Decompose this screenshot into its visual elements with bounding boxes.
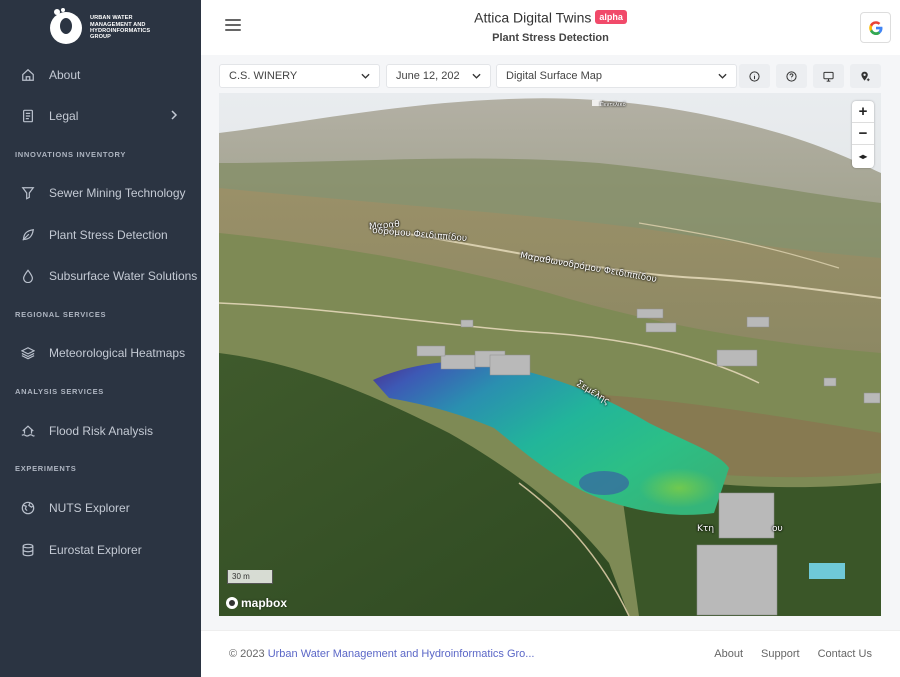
sidebar-item-label: Flood Risk Analysis (49, 424, 154, 438)
top-header: Attica Digital Twins alpha Plant Stress D… (201, 0, 900, 55)
footer-links: About Support Contact Us (714, 648, 872, 660)
filter-icon (21, 186, 35, 200)
date-select[interactable]: June 12, 202 (386, 64, 491, 88)
map-zoom-control: + − ◂▸ (852, 101, 874, 168)
document-icon (21, 109, 35, 123)
footer-link-support[interactable]: Support (761, 648, 800, 660)
layers-icon (21, 346, 35, 360)
section-innovations: INNOVATIONS INVENTORY (15, 150, 127, 159)
chevron-right-icon (171, 110, 178, 120)
google-icon (868, 20, 882, 35)
section-analysis: ANALYSIS SERVICES (15, 387, 105, 396)
map-canvas[interactable]: Μαραθ οδρόμου Φειδιππίδου Μαραθωνοδρόμου… (219, 93, 881, 616)
chevron-down-icon (472, 73, 481, 79)
zoom-in-button[interactable]: + (852, 101, 874, 123)
sidebar-item-label: About (49, 68, 81, 82)
monitor-icon (823, 71, 834, 82)
alpha-badge: alpha (595, 10, 627, 25)
globe-icon (21, 501, 35, 515)
map-scale-bar: 30 m (227, 570, 273, 584)
logo-icon (50, 9, 82, 44)
copyright-prefix: © 2023 (229, 648, 268, 660)
zoom-out-button[interactable]: − (852, 123, 874, 145)
help-button[interactable] (776, 64, 807, 88)
group-link[interactable]: Urban Water Management and Hydroinformat… (268, 648, 535, 660)
footer-link-about[interactable]: About (714, 648, 743, 660)
sidebar-item-label: NUTS Explorer (49, 501, 130, 515)
sidebar: URBAN WATER MANAGEMENT AND HYDROINFORMAT… (0, 0, 201, 677)
monitor-button[interactable] (813, 64, 844, 88)
section-experiments: EXPERIMENTS (15, 464, 77, 473)
sidebar-item-eurostat-explorer[interactable]: Eurostat Explorer (0, 535, 201, 565)
google-login-button[interactable] (860, 12, 891, 43)
site-select[interactable]: C.S. WINERY (219, 64, 380, 88)
footer: © 2023 Urban Water Management and Hydroi… (201, 630, 900, 677)
sidebar-item-nuts-explorer[interactable]: NUTS Explorer (0, 493, 201, 523)
mapbox-icon (226, 597, 238, 609)
page-subtitle: Plant Stress Detection (492, 32, 609, 44)
location-pin-icon (861, 71, 870, 81)
info-button[interactable] (739, 64, 770, 88)
database-icon (21, 543, 35, 557)
help-icon (786, 70, 797, 82)
layer-select[interactable]: Digital Surface Map (496, 64, 737, 88)
compass-button[interactable]: ◂▸ (852, 145, 874, 167)
sidebar-item-flood-risk[interactable]: Flood Risk Analysis (0, 416, 201, 446)
sidebar-item-plant-stress[interactable]: Plant Stress Detection (0, 220, 201, 250)
sidebar-item-label: Subsurface Water Solutions (49, 269, 198, 283)
logo-text: URBAN WATER MANAGEMENT AND HYDROINFORMAT… (90, 15, 151, 41)
sidebar-item-label: Legal (49, 109, 79, 123)
chevron-down-icon (361, 73, 370, 79)
sidebar-item-legal[interactable]: Legal (0, 101, 201, 131)
road-label: ου (772, 524, 783, 534)
location-button[interactable] (850, 64, 881, 88)
sidebar-item-subsurface-water[interactable]: Subsurface Water Solutions (0, 261, 201, 291)
site-select-value: C.S. WINERY (229, 70, 298, 82)
road-label: Κτη (697, 524, 715, 534)
sidebar-item-sewer-mining[interactable]: Sewer Mining Technology (0, 178, 201, 208)
home-icon (21, 68, 35, 82)
date-select-value: June 12, 202 (396, 70, 460, 82)
chevron-down-icon (718, 73, 727, 79)
sidebar-item-label: Meteorological Heatmaps (49, 346, 186, 360)
peak-label: Πεντελικό (600, 102, 626, 108)
droplet-icon (21, 269, 35, 283)
app-title-text: Attica Digital Twins (474, 9, 592, 26)
leaf-icon (21, 228, 35, 242)
info-icon (749, 70, 760, 82)
footer-link-contact[interactable]: Contact Us (818, 648, 872, 660)
house-flood-icon (21, 424, 35, 438)
sidebar-item-meteorological[interactable]: Meteorological Heatmaps (0, 338, 201, 368)
sidebar-item-label: Eurostat Explorer (49, 543, 142, 557)
sidebar-item-label: Sewer Mining Technology (49, 186, 186, 200)
group-logo[interactable]: URBAN WATER MANAGEMENT AND HYDROINFORMAT… (50, 9, 160, 46)
footer-copyright: © 2023 Urban Water Management and Hydroi… (229, 648, 534, 660)
sidebar-item-label: Plant Stress Detection (49, 228, 168, 242)
page-title: Attica Digital Twins alpha (201, 8, 900, 25)
mapbox-logo[interactable]: mapbox (226, 596, 287, 610)
layer-select-value: Digital Surface Map (506, 70, 602, 82)
sidebar-item-about[interactable]: About (0, 60, 201, 90)
satellite-3d-scene (219, 93, 881, 616)
section-regional: REGIONAL SERVICES (15, 310, 107, 319)
mapbox-attribution: mapbox (241, 596, 288, 610)
